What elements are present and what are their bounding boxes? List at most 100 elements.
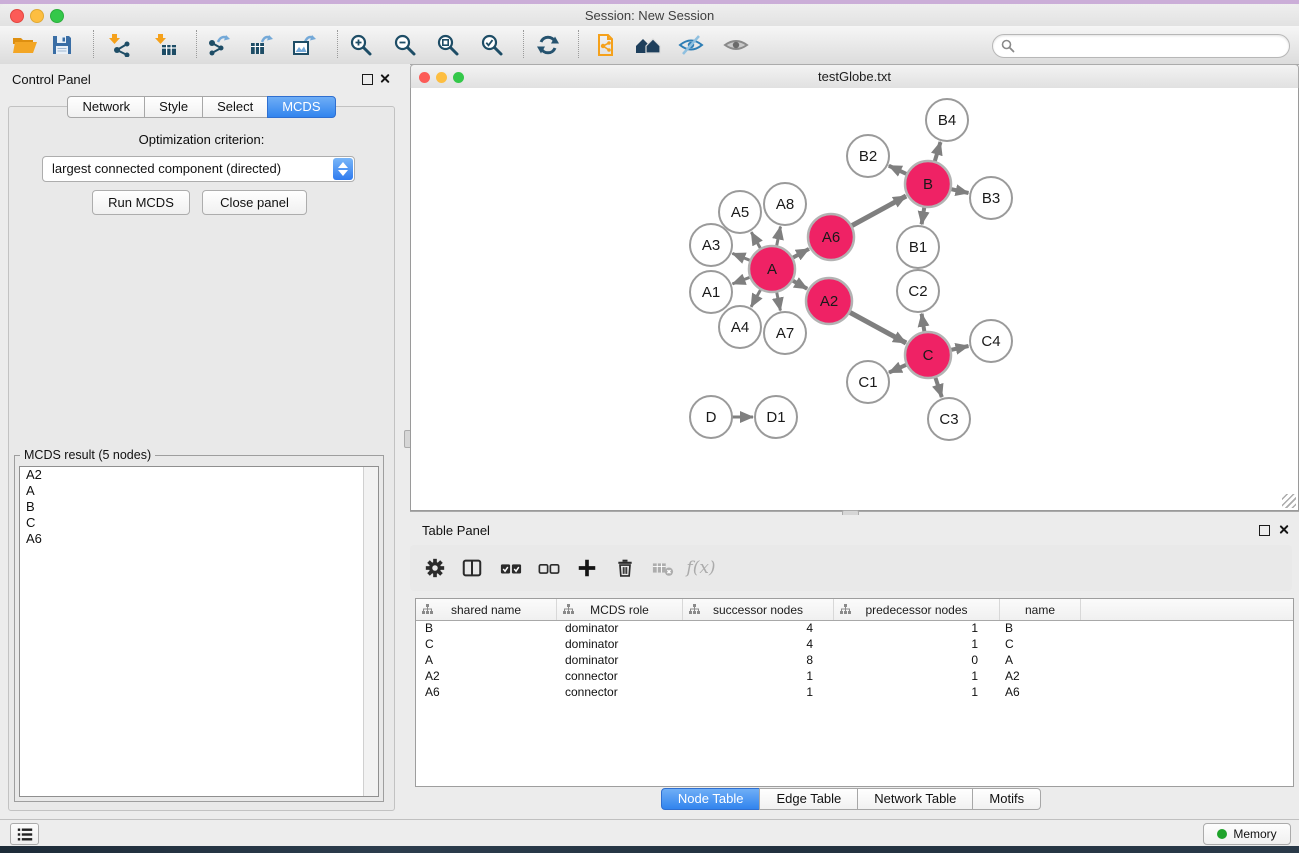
network-canvas[interactable]: B4 B2 B B3 B1 A5A8A6 A3 A A1 A2 C2 A4A7 C C4 C1 C3 D D1 [410, 88, 1299, 511]
graph-node-C3[interactable]: C3 [928, 398, 970, 440]
cell-successor-nodes[interactable]: 1 [681, 684, 831, 700]
export-image-button[interactable] [286, 28, 322, 62]
cell-successor-nodes[interactable]: 1 [681, 668, 831, 684]
tab-network-table[interactable]: Network Table [857, 788, 973, 810]
close-panel-icon[interactable] [379, 73, 390, 84]
network-window-titlebar[interactable]: testGlobe.txt [410, 64, 1299, 90]
graph-node-A2[interactable]: A2 [806, 278, 852, 324]
memory-button[interactable]: Memory [1203, 823, 1291, 845]
select-all-columns-button[interactable] [494, 551, 528, 585]
graph-node-A3[interactable]: A3 [690, 224, 732, 266]
zoom-out-button[interactable] [387, 28, 423, 62]
show-panels-button[interactable] [10, 823, 39, 845]
column-header-successor-nodes[interactable]: successor nodes [683, 599, 834, 620]
graph-node-A1[interactable]: A1 [690, 271, 732, 313]
tab-network[interactable]: Network [67, 96, 145, 118]
graph-node-B4[interactable]: B4 [926, 99, 968, 141]
graph-node-D[interactable]: D [690, 396, 732, 438]
show-hidden-button[interactable] [718, 28, 754, 62]
graph-node-C1[interactable]: C1 [847, 361, 889, 403]
mcds-result-item[interactable]: A6 [20, 531, 363, 547]
search-input[interactable] [1019, 36, 1283, 56]
delete-column-button[interactable] [608, 551, 642, 585]
cell-predecessor-nodes[interactable]: 0 [831, 652, 996, 668]
export-network-button[interactable] [200, 28, 236, 62]
column-header-mcds-role[interactable]: MCDS role [557, 599, 683, 620]
list-scrollbar[interactable] [363, 467, 378, 796]
mcds-result-item[interactable]: C [20, 515, 363, 531]
cell-shared-name[interactable]: A [416, 652, 556, 668]
zoom-fit-button[interactable] [430, 28, 466, 62]
refresh-button[interactable] [530, 28, 566, 62]
tab-mcds[interactable]: MCDS [267, 96, 335, 118]
cell-successor-nodes[interactable]: 4 [681, 620, 831, 636]
graph-node-A6[interactable]: A6 [808, 214, 854, 260]
toolbar-search-field[interactable] [992, 34, 1290, 58]
close-panel-icon[interactable] [1278, 524, 1289, 535]
mcds-result-item[interactable]: B [20, 499, 363, 515]
tab-select[interactable]: Select [202, 96, 268, 118]
cell-name[interactable]: A [996, 652, 1076, 668]
optimization-criterion-select[interactable]: largest connected component (directed) [42, 156, 355, 182]
column-header-shared-name[interactable]: shared name [416, 599, 557, 620]
cell-predecessor-nodes[interactable]: 1 [831, 636, 996, 652]
graph-node-A[interactable]: A [749, 246, 795, 292]
graph-node-B3[interactable]: B3 [970, 177, 1012, 219]
graph-node-B2[interactable]: B2 [847, 135, 889, 177]
cell-mcds-role[interactable]: dominator [556, 652, 681, 668]
float-panel-icon[interactable] [362, 74, 373, 85]
graph-node-C[interactable]: C [905, 332, 951, 378]
cell-successor-nodes[interactable]: 4 [681, 636, 831, 652]
cell-predecessor-nodes[interactable]: 1 [831, 620, 996, 636]
graph-node-B[interactable]: B [905, 161, 951, 207]
network-from-selection-button[interactable] [588, 28, 624, 62]
cell-mcds-role[interactable]: dominator [556, 636, 681, 652]
cell-shared-name[interactable]: A2 [416, 668, 556, 684]
tab-edge-table[interactable]: Edge Table [759, 788, 858, 810]
graph-node-D1[interactable]: D1 [755, 396, 797, 438]
cell-predecessor-nodes[interactable]: 1 [831, 684, 996, 700]
cell-mcds-role[interactable]: connector [556, 684, 681, 700]
tab-node-table[interactable]: Node Table [661, 788, 761, 810]
table-row[interactable]: A2connector11A2 [416, 668, 1293, 684]
cell-shared-name[interactable]: A6 [416, 684, 556, 700]
import-network-button[interactable] [102, 28, 138, 62]
graph-node-B1[interactable]: B1 [897, 226, 939, 268]
hide-selected-button[interactable] [673, 28, 709, 62]
deselect-all-columns-button[interactable] [532, 551, 566, 585]
column-header-name[interactable]: name [1000, 599, 1081, 620]
graph-node-C2[interactable]: C2 [897, 270, 939, 312]
close-panel-button[interactable]: Close panel [202, 190, 307, 215]
export-table-button[interactable] [243, 28, 279, 62]
cell-mcds-role[interactable]: connector [556, 668, 681, 684]
open-session-button[interactable] [7, 28, 43, 62]
mcds-result-item[interactable]: A2 [20, 467, 363, 483]
create-column-button[interactable] [570, 551, 604, 585]
zoom-in-button[interactable] [343, 28, 379, 62]
tab-style[interactable]: Style [144, 96, 203, 118]
table-row[interactable]: Bdominator41B [416, 620, 1293, 636]
show-columns-button[interactable] [455, 551, 489, 585]
table-row[interactable]: A6connector11A6 [416, 684, 1293, 700]
cell-name[interactable]: C [996, 636, 1076, 652]
cell-name[interactable]: A6 [996, 684, 1076, 700]
window-resize-grip[interactable] [1282, 494, 1296, 508]
vertical-splitter[interactable] [403, 64, 410, 819]
save-session-button[interactable] [44, 28, 80, 62]
cell-shared-name[interactable]: B [416, 620, 556, 636]
first-neighbors-button[interactable] [630, 28, 666, 62]
graph-node-C4[interactable]: C4 [970, 320, 1012, 362]
graph-node-A8[interactable]: A8 [764, 183, 806, 225]
cell-shared-name[interactable]: C [416, 636, 556, 652]
graph-node-A4[interactable]: A4 [719, 306, 761, 348]
float-panel-icon[interactable] [1259, 525, 1270, 536]
graph-node-A5[interactable]: A5 [719, 191, 761, 233]
run-mcds-button[interactable]: Run MCDS [92, 190, 190, 215]
graph-node-A7[interactable]: A7 [764, 312, 806, 354]
cell-successor-nodes[interactable]: 8 [681, 652, 831, 668]
cell-mcds-role[interactable]: dominator [556, 620, 681, 636]
column-header-predecessor-nodes[interactable]: predecessor nodes [834, 599, 1000, 620]
import-table-button[interactable] [148, 28, 184, 62]
table-row[interactable]: Adominator80A [416, 652, 1293, 668]
zoom-selected-button[interactable] [474, 28, 510, 62]
